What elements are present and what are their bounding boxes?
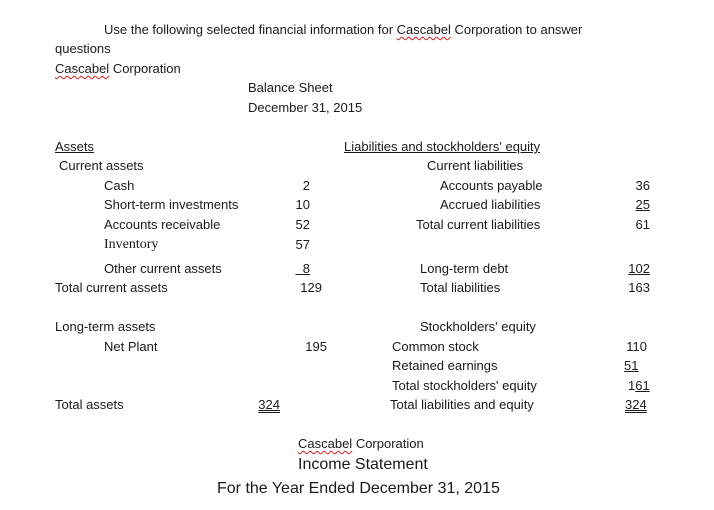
total-current-liabilities-value: 61 (635, 217, 650, 232)
common-stock-label: Common stock (392, 339, 479, 354)
asset-label-cash: Cash (104, 178, 135, 193)
long-term-assets-heading: Long-term assets (55, 319, 156, 334)
company-name-heading: Cascabel Corporation (55, 61, 181, 77)
long-term-debt-label: Long-term debt (420, 261, 509, 276)
current-assets-heading: Current assets (59, 158, 144, 173)
company-name: Cascabel (55, 61, 110, 76)
income-statement-period: For the Year Ended December 31, 2015 (217, 480, 500, 497)
total-current-liabilities-label: Total current liabilities (416, 217, 541, 232)
total-liabilities-value: 163 (628, 280, 650, 295)
asset-value-other-current-assets: 8 (280, 261, 310, 277)
income-statement-company: Cascabel Corporation (298, 436, 424, 452)
company-name-suffix: Corporation (109, 61, 181, 76)
total-liabilities-equity-label: Total liabilities and equity (390, 397, 534, 412)
stockholders-equity-heading: Stockholders' equity (420, 319, 536, 334)
asset-label-inventory: Inventory (104, 237, 159, 252)
liabilities-heading: Liabilities and stockholders' equity (344, 139, 541, 154)
total-liabilities-label: Total liabilities (420, 280, 501, 295)
liability-value-accounts-payable: 36 (635, 178, 650, 193)
balance-sheet-title: Balance Sheet (248, 80, 333, 95)
common-stock-value: 110 (626, 339, 647, 354)
value-text: 8 (302, 261, 310, 276)
asset-label-accounts-receivable: Accounts receivable (104, 217, 221, 232)
retained-earnings-label: Retained earnings (392, 358, 498, 373)
total-assets-value: 324 (258, 397, 280, 412)
retained-earnings-value: 51 (624, 358, 638, 374)
net-plant-label: Net Plant (104, 339, 158, 354)
total-assets-label: Total assets (55, 397, 124, 412)
intro-line-1: Use the following selected financial inf… (104, 22, 582, 38)
value-text: 102 (628, 261, 650, 276)
total-liabilities-equity-value: 324 (625, 397, 647, 412)
value-text: 51 (624, 358, 639, 373)
intro-text: Use the following selected financial inf… (104, 22, 397, 37)
company-name: Cascabel (298, 436, 353, 451)
company-name: Cascabel (396, 22, 451, 37)
intro-text: Corporation to answer (450, 22, 583, 37)
intro-line-2: questions (55, 41, 111, 56)
income-statement-title: Income Statement (298, 456, 428, 473)
asset-value-accounts-receivable: 52 (295, 217, 310, 232)
long-term-debt-value: 102 (618, 261, 650, 277)
total-stockholders-equity-value: 161 (628, 378, 650, 394)
asset-label-other-current-assets: Other current assets (104, 261, 222, 276)
asset-label-short-term-investments: Short-term investments (104, 197, 239, 212)
asset-value-cash: 2 (302, 178, 310, 193)
company-name-suffix: Corporation (352, 436, 424, 451)
total-current-assets-value: 129 (300, 280, 322, 295)
net-plant-value: 195 (305, 339, 327, 354)
assets-heading: Assets (55, 139, 95, 154)
underline-pad (296, 261, 303, 276)
asset-value-inventory: 57 (295, 237, 310, 252)
balance-sheet-date: December 31, 2015 (248, 100, 363, 115)
asset-value-short-term-investments: 10 (295, 197, 310, 212)
liability-label-accrued-liabilities: Accrued liabilities (440, 197, 541, 212)
value-text: 61 (635, 378, 650, 393)
total-current-assets-label: Total current assets (55, 280, 168, 295)
value-text: 25 (635, 197, 650, 212)
current-liabilities-heading: Current liabilities (427, 158, 524, 173)
total-stockholders-equity-label: Total stockholders' equity (392, 378, 537, 393)
liability-label-accounts-payable: Accounts payable (440, 178, 543, 193)
liability-value-accrued-liabilities: 25 (620, 197, 650, 213)
